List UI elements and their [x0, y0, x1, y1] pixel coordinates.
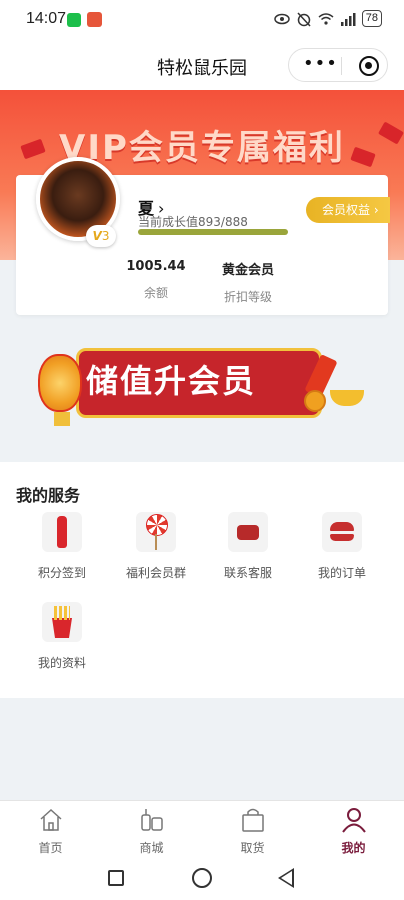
tab-label: 我的 — [341, 841, 366, 855]
gold-ingot-icon — [330, 390, 364, 406]
growth-progress-fill — [138, 229, 288, 235]
burger-icon — [322, 512, 362, 552]
service-label: 福利会员群 — [125, 566, 186, 580]
promo-text: 储值升会员 — [86, 362, 257, 400]
tab-shop[interactable]: 商城 — [101, 807, 202, 856]
service-label: 我的资料 — [37, 656, 86, 670]
my-services-section: 我的服务 积分签到 福利会员群 联系客服 我的订单 我的资料 — [0, 462, 404, 698]
status-time: 14:07 — [26, 10, 67, 27]
home-button-icon[interactable] — [192, 868, 212, 888]
status-bar: 14:07 78 — [0, 0, 404, 40]
service-label: 联系客服 — [223, 566, 272, 580]
lantern-icon — [38, 354, 82, 412]
member-card: V3 夏 › 当前成长值893/888 会员权益 › 1005.44 余额 黄金会… — [16, 157, 390, 315]
discount-level-label: 折扣等级 — [223, 290, 272, 304]
balance-label: 余额 — [143, 286, 168, 300]
service-my-profile[interactable]: 我的资料 — [12, 602, 112, 684]
telephone-icon — [228, 512, 268, 552]
eye-icon — [274, 13, 290, 24]
discount-level-value: 黄金会员 — [221, 263, 274, 278]
service-member-group[interactable]: 福利会员群 — [106, 512, 206, 594]
capsule-divider — [341, 57, 342, 75]
discount-level-stat[interactable]: 黄金会员 折扣等级 — [208, 259, 288, 305]
coin-icon — [304, 390, 326, 412]
nav-bar: 特松鼠乐园 ••• — [0, 40, 404, 90]
growth-progress-bar — [138, 229, 288, 235]
tab-mine[interactable]: 我的 — [303, 807, 404, 856]
service-label: 我的订单 — [317, 566, 366, 580]
battery-indicator: 78 — [361, 10, 382, 27]
member-benefits-button[interactable]: 会员权益 › — [306, 197, 390, 223]
bottom-tab-bar: 首页 商城 取货 我的 — [0, 800, 404, 856]
service-contact-support[interactable]: 联系客服 — [198, 512, 298, 594]
service-points-checkin[interactable]: 积分签到 — [12, 512, 112, 594]
services-title: 我的服务 — [16, 486, 81, 505]
shop-icon — [140, 809, 163, 831]
close-miniprogram-icon[interactable] — [359, 56, 379, 76]
home-icon — [39, 808, 62, 831]
growth-value-label: 当前成长值893/888 — [138, 215, 248, 229]
status-icons: 78 — [274, 10, 382, 27]
recharge-promo-banner[interactable]: 储值升会员 — [30, 344, 380, 426]
vip-level-badge: V3 — [86, 225, 116, 247]
bag-icon — [241, 808, 264, 832]
app-notification-icon — [87, 12, 102, 27]
system-nav-bar — [0, 856, 404, 900]
tab-label: 取货 — [240, 841, 265, 855]
fries-icon — [42, 602, 82, 642]
cola-icon — [42, 512, 82, 552]
lantern-tassel — [54, 412, 70, 426]
recent-apps-icon[interactable] — [108, 870, 124, 886]
balance-value: 1005.44 — [126, 259, 186, 274]
alarm-off-icon — [297, 11, 311, 27]
service-my-orders[interactable]: 我的订单 — [292, 512, 392, 594]
tab-label: 商城 — [139, 841, 164, 855]
tab-label: 首页 — [38, 841, 63, 855]
wifi-icon — [318, 12, 334, 25]
signal-icon — [340, 12, 356, 26]
tab-home[interactable]: 首页 — [0, 807, 101, 856]
tab-pickup[interactable]: 取货 — [202, 807, 303, 856]
service-label: 积分签到 — [37, 566, 86, 580]
lollipop-icon — [136, 512, 176, 552]
user-icon — [341, 808, 366, 833]
more-icon[interactable]: ••• — [303, 55, 338, 73]
wechat-notification-icon — [67, 13, 81, 27]
back-icon[interactable] — [278, 868, 294, 888]
balance-stat[interactable]: 1005.44 余额 — [116, 259, 196, 301]
miniprogram-capsule: ••• — [288, 48, 388, 82]
